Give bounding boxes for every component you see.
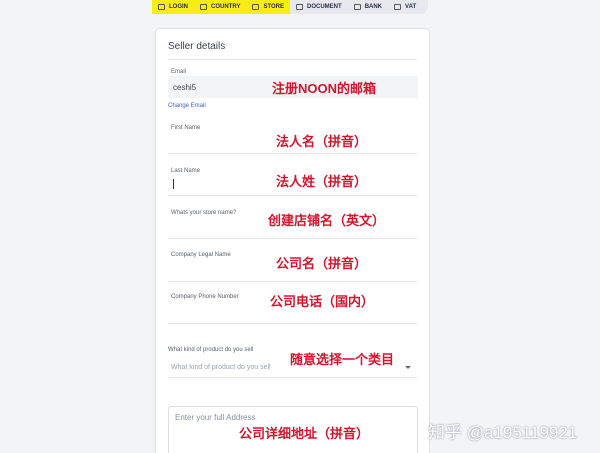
store-icon <box>252 4 260 10</box>
step-label: DOCUMENT <box>307 4 342 10</box>
step-document: DOCUMENT <box>290 0 348 14</box>
email-label: Email <box>171 69 187 75</box>
store-name-input[interactable] <box>168 238 417 239</box>
card-title: Seller details <box>168 41 226 52</box>
step-country: COUNTRY <box>194 0 247 14</box>
email-value: ceshi5 <box>173 83 197 92</box>
last-name-label: Last Name <box>171 168 201 174</box>
product-label: What kind of product do you sell <box>168 347 254 353</box>
chevron-down-icon[interactable] <box>405 366 411 369</box>
watermark: 知乎 @a195119921 <box>428 423 578 442</box>
annotation-product: 随意选择一个类目 <box>290 352 395 367</box>
document-icon <box>296 4 304 10</box>
step-login: LOGIN <box>152 0 194 14</box>
company-phone-label: Company Phone Number <box>171 294 239 300</box>
bank-icon <box>353 4 361 10</box>
first-name-input[interactable] <box>168 153 417 154</box>
step-label: STORE <box>263 4 285 10</box>
store-name-label: Whats your store name? <box>171 210 237 216</box>
step-vat: VAT <box>388 0 422 14</box>
step-label: BANK <box>364 4 383 10</box>
annotation-company-phone: 公司电话（国内） <box>270 294 375 309</box>
step-progress-bar: LOGIN COUNTRY STORE DOCUMENT BANK VAT <box>152 0 428 14</box>
annotation-address: 公司详细地址（拼音） <box>239 426 370 441</box>
company-legal-name-input[interactable] <box>168 281 417 282</box>
text-cursor <box>173 179 174 189</box>
product-select[interactable]: What kind of product do you sell <box>171 364 271 371</box>
step-bank: BANK <box>348 0 388 14</box>
title-divider <box>168 59 417 60</box>
first-name-label: First Name <box>171 125 201 131</box>
last-name-input[interactable] <box>168 195 417 196</box>
login-icon <box>158 4 165 10</box>
annotation-last-name: 法人姓（拼音） <box>276 174 368 189</box>
step-label: LOGIN <box>169 4 188 10</box>
company-legal-name-label: Company Legal Name <box>171 252 231 258</box>
country-icon <box>200 4 207 10</box>
annotation-email: 注册NOON的邮箱 <box>272 81 377 96</box>
annotation-first-name: 法人名（拼音） <box>276 134 368 149</box>
annotation-company-name: 公司名（拼音） <box>276 256 368 271</box>
vat-icon <box>394 4 402 10</box>
address-placeholder: Enter your full Address <box>175 413 256 422</box>
step-label: VAT <box>405 4 417 10</box>
step-label: COUNTRY <box>211 4 241 10</box>
change-email-link[interactable]: Change Email <box>168 103 206 109</box>
annotation-store-name: 创建店铺名（英文） <box>268 213 386 228</box>
company-phone-input[interactable] <box>168 323 417 324</box>
completed-steps: LOGIN COUNTRY STORE <box>152 0 291 14</box>
step-store: STORE <box>246 0 291 14</box>
product-select-underline <box>168 377 417 378</box>
